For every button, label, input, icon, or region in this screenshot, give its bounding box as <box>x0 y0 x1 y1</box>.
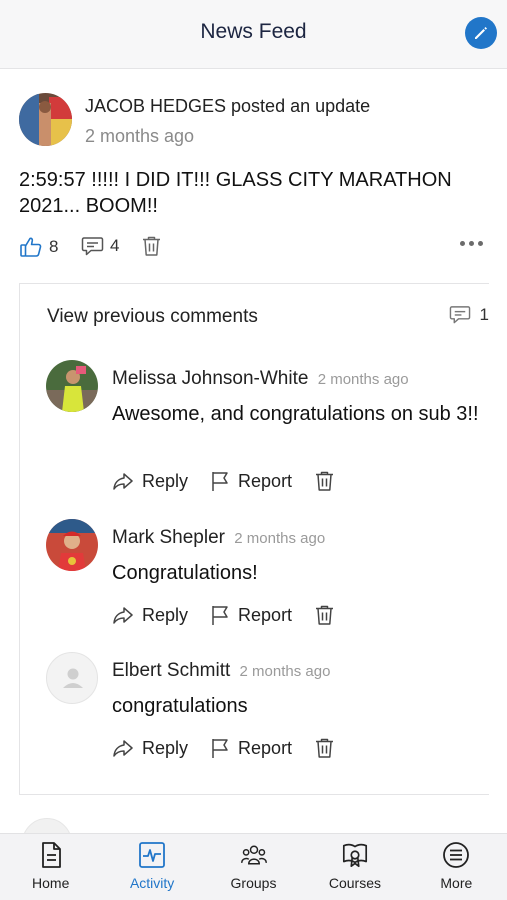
flag-icon <box>212 472 228 491</box>
comment-count: 4 <box>110 236 120 255</box>
more-dots-icon[interactable] <box>460 241 483 246</box>
divider <box>19 794 489 795</box>
commenter-avatar[interactable] <box>46 360 98 412</box>
comment-text: Congratulations! <box>112 562 258 584</box>
comments-section: View previous comments 1 Melissa Johnson… <box>19 284 489 794</box>
default-user-icon <box>63 668 83 688</box>
compose-button[interactable] <box>465 17 497 49</box>
comment-timestamp: 2 months ago <box>317 371 409 388</box>
menu-icon <box>443 842 470 868</box>
pencil-icon <box>475 27 487 39</box>
flag-icon <box>212 606 228 625</box>
commenter-avatar[interactable] <box>46 519 98 571</box>
commenter-avatar[interactable] <box>46 652 98 704</box>
trash-icon <box>316 471 334 491</box>
report-button[interactable]: Report <box>210 737 292 759</box>
commenter-name[interactable]: Elbert Schmitt <box>112 660 230 681</box>
comment-icon <box>449 306 470 324</box>
comment-icon <box>81 237 104 256</box>
comment-item: Melissa Johnson-White 2 months ago Aweso… <box>46 360 490 500</box>
post-author-avatar[interactable] <box>19 93 72 146</box>
thumbs-up-icon <box>20 237 42 257</box>
courses-icon <box>342 843 367 868</box>
groups-icon <box>240 845 267 865</box>
flag-icon <box>212 739 228 758</box>
reply-button[interactable]: Reply <box>112 738 188 759</box>
post-author-line[interactable]: JACOB HEDGES posted an update <box>85 96 370 117</box>
tab-label: Groups <box>230 875 277 891</box>
comment-item: Mark Shepler 2 months ago Congratulation… <box>46 519 490 629</box>
bottom-tab-bar: Home Activity Groups Courses More <box>0 833 507 900</box>
tab-label: Courses <box>328 875 381 891</box>
reply-button[interactable]: Reply <box>112 471 188 492</box>
report-button[interactable]: Report <box>210 604 292 626</box>
comment-text: Awesome, and congratulations on sub 3!! <box>112 403 479 425</box>
like-count: 8 <box>49 237 59 256</box>
commenter-name[interactable]: Mark Shepler <box>112 527 225 548</box>
tab-courses[interactable]: Courses <box>304 834 405 900</box>
page-title: News Feed <box>200 20 307 43</box>
delete-post-button[interactable] <box>141 235 162 257</box>
tab-more[interactable]: More <box>406 834 507 900</box>
delete-comment-button[interactable] <box>314 737 335 759</box>
top-bar: News Feed <box>0 0 507 69</box>
tab-home[interactable]: Home <box>0 834 101 900</box>
delete-comment-button[interactable] <box>314 604 335 626</box>
trash-icon <box>143 236 160 256</box>
tab-activity[interactable]: Activity <box>101 834 202 900</box>
comments-count: 1 <box>449 304 489 325</box>
delete-comment-button[interactable] <box>314 470 335 492</box>
reply-button[interactable]: Reply <box>112 605 188 626</box>
post-timestamp: 2 months ago <box>85 126 195 146</box>
document-icon <box>41 842 61 868</box>
tab-label: More <box>440 875 473 891</box>
tab-label: Activity <box>129 875 175 891</box>
post-text: 2:59:57 !!!!! I DID IT!!! GLASS CITY MAR… <box>19 169 452 217</box>
tab-groups[interactable]: Groups <box>203 834 304 900</box>
trash-icon <box>316 605 334 625</box>
comment-timestamp: 2 months ago <box>239 663 331 680</box>
comment-button[interactable]: 4 <box>81 235 119 257</box>
like-button[interactable]: 8 <box>19 235 58 259</box>
report-button[interactable]: Report <box>210 470 292 492</box>
reply-icon <box>113 473 133 490</box>
post-actions: 8 4 <box>19 235 489 259</box>
comment-timestamp: 2 months ago <box>234 530 326 547</box>
trash-icon <box>316 738 334 758</box>
commenter-name[interactable]: Melissa Johnson-White <box>112 368 308 389</box>
comment-item: Elbert Schmitt 2 months ago congratulati… <box>46 652 490 762</box>
view-previous-comments-link[interactable]: View previous comments <box>47 306 258 328</box>
tab-label: Home <box>32 875 70 891</box>
reply-icon <box>113 740 133 757</box>
comment-text: congratulations <box>112 695 248 717</box>
activity-icon <box>139 842 166 868</box>
reply-icon <box>113 607 133 624</box>
